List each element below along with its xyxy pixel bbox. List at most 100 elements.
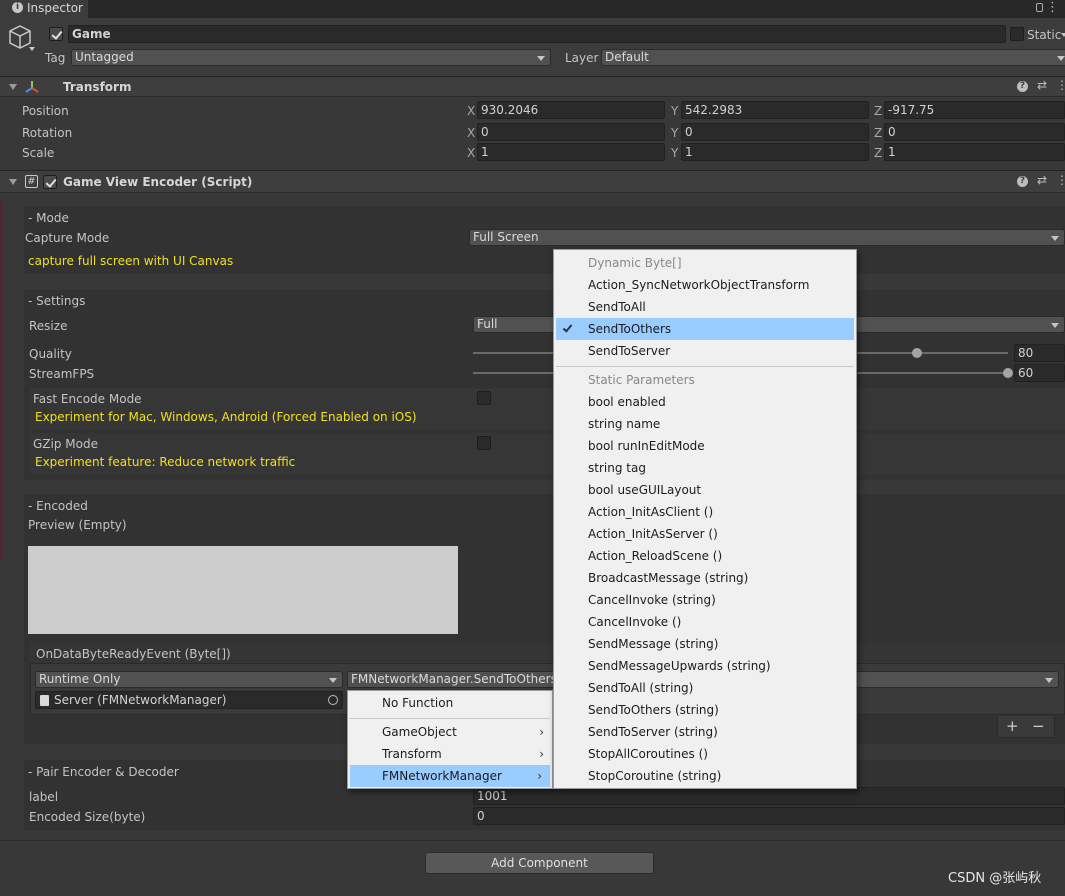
mode-section-title[interactable]: - Mode xyxy=(28,210,69,226)
transform-header[interactable]: Transform ? ⇄ ⋮ xyxy=(0,76,1065,97)
capture-mode-dropdown[interactable]: Full Screen xyxy=(469,229,1065,246)
scale-y-field[interactable]: 1 xyxy=(681,143,869,161)
static-label[interactable]: Static xyxy=(1027,27,1061,43)
transform-axes-icon xyxy=(25,81,39,93)
encoder-enabled-checkbox[interactable] xyxy=(43,175,57,189)
menu-item-static[interactable]: string tag xyxy=(554,457,856,479)
help-icon[interactable]: ? xyxy=(1017,81,1028,92)
resize-label: Resize xyxy=(29,319,68,333)
script-file-icon xyxy=(40,695,49,706)
gameobject-name-field[interactable]: Game xyxy=(68,25,1006,43)
kebab-menu-icon[interactable]: ⋮ xyxy=(1046,1,1059,15)
menu-item-dynamic[interactable]: SendToOthers xyxy=(556,318,854,340)
encoded-section-title[interactable]: - Encoded xyxy=(28,498,88,514)
menu-item-static[interactable]: BroadcastMessage (string) xyxy=(554,567,856,589)
menu-item-static[interactable]: string name xyxy=(554,413,856,435)
menu-item-static[interactable]: SendMessage (string) xyxy=(554,633,856,655)
left-edge-strip xyxy=(0,200,3,560)
encoded-size-field[interactable]: 0 xyxy=(473,807,1065,825)
object-picker-icon[interactable] xyxy=(328,695,338,705)
add-component-button[interactable]: Add Component xyxy=(425,852,654,874)
menu-item-dynamic[interactable]: SendToAll xyxy=(554,296,856,318)
streamfps-field[interactable]: 60 xyxy=(1014,364,1065,382)
rotation-x-field[interactable]: 0 xyxy=(477,123,665,141)
encoder-presets-icon[interactable]: ⇄ xyxy=(1037,173,1047,187)
function-submenu: Dynamic Byte[] Action_SyncNetworkObjectT… xyxy=(553,249,857,789)
encoder-foldout-icon[interactable] xyxy=(9,179,17,185)
scale-z-field[interactable]: 1 xyxy=(884,143,1065,161)
position-x-label[interactable]: X xyxy=(467,103,475,119)
menu-item-no-function[interactable]: No Function xyxy=(348,692,552,714)
add-listener-button[interactable]: + xyxy=(1006,716,1019,736)
label-field[interactable]: 1001 xyxy=(473,787,1065,805)
pair-section-title[interactable]: - Pair Encoder & Decoder xyxy=(28,764,179,780)
settings-section-title[interactable]: - Settings xyxy=(28,293,85,309)
encoded-size-label: Encoded Size(byte) xyxy=(29,810,146,824)
menu-item-static[interactable]: SendToOthers (string) xyxy=(554,699,856,721)
streamfps-label: StreamFPS xyxy=(29,367,95,381)
scale-z-label[interactable]: Z xyxy=(874,145,882,161)
scale-y-label[interactable]: Y xyxy=(671,145,678,161)
fast-encode-checkbox[interactable] xyxy=(477,391,491,405)
menu-item-static[interactable]: SendToAll (string) xyxy=(554,677,856,699)
menu-item-static[interactable]: SendMessageUpwards (string) xyxy=(554,655,856,677)
menu-item-fmnetworkmanager[interactable]: FMNetworkManager › xyxy=(350,765,550,787)
gzip-hint: Experiment feature: Reduce network traff… xyxy=(35,455,296,469)
presets-icon[interactable]: ⇄ xyxy=(1037,78,1047,92)
menu-item-static[interactable]: Action_ReloadScene () xyxy=(554,545,856,567)
menu-item-dynamic[interactable]: SendToServer xyxy=(554,340,856,362)
encoder-menu-icon[interactable]: ⋮ xyxy=(1056,173,1065,187)
lock-icon[interactable] xyxy=(1036,3,1043,12)
static-dropdown-arrow-icon[interactable] xyxy=(1061,33,1065,37)
streamfps-slider-knob[interactable] xyxy=(1003,368,1013,378)
menu-item-gameobject[interactable]: GameObject › xyxy=(348,721,552,743)
inspector-tab-bar xyxy=(0,0,1065,18)
menu-item-static[interactable]: bool runInEditMode xyxy=(554,435,856,457)
rotation-y-field[interactable]: 0 xyxy=(681,123,869,141)
quality-field[interactable]: 80 xyxy=(1014,344,1065,362)
layer-dropdown[interactable]: Default xyxy=(601,49,1065,66)
gameobject-active-checkbox[interactable] xyxy=(49,27,63,41)
scale-x-label[interactable]: X xyxy=(467,145,475,161)
menu-item-static[interactable]: CancelInvoke () xyxy=(554,611,856,633)
position-y-field[interactable]: 542.2983 xyxy=(681,101,869,119)
remove-listener-button[interactable]: − xyxy=(1032,716,1045,736)
label-label: label xyxy=(29,790,59,804)
menu-item-transform[interactable]: Transform › xyxy=(348,743,552,765)
quality-slider-knob[interactable] xyxy=(912,348,923,358)
component-menu-icon[interactable]: ⋮ xyxy=(1056,78,1065,92)
encoder-header[interactable]: # Game View Encoder (Script) ? ⇄ ⋮ xyxy=(0,170,1065,193)
inspector-tab[interactable]: i Inspector xyxy=(0,0,88,18)
menu-item-static[interactable]: bool enabled xyxy=(554,391,856,413)
tag-dropdown[interactable]: Untagged xyxy=(71,49,551,66)
transform-foldout-icon[interactable] xyxy=(9,84,17,90)
gzip-label: GZip Mode xyxy=(33,437,98,451)
static-checkbox[interactable] xyxy=(1010,27,1024,41)
position-z-field[interactable]: -917.75 xyxy=(884,101,1065,119)
gzip-checkbox[interactable] xyxy=(477,436,491,450)
gameobject-cube-icon xyxy=(9,25,35,51)
runtime-dropdown[interactable]: Runtime Only xyxy=(35,671,343,688)
scale-x-field[interactable]: 1 xyxy=(477,143,665,161)
position-x-field[interactable]: 930.2046 xyxy=(477,101,665,119)
encoder-help-icon[interactable]: ? xyxy=(1017,176,1028,187)
rotation-x-label[interactable]: X xyxy=(467,125,475,141)
rotation-z-label[interactable]: Z xyxy=(874,125,882,141)
menu-item-dynamic[interactable]: Action_SyncNetworkObjectTransform xyxy=(554,274,856,296)
menu-item-static[interactable]: Action_InitAsClient () xyxy=(554,501,856,523)
add-component-label: Add Component xyxy=(491,856,588,870)
position-y-label[interactable]: Y xyxy=(671,103,678,119)
menu-item-static[interactable]: StopCoroutine (string) xyxy=(554,765,856,787)
rotation-y-label[interactable]: Y xyxy=(671,125,678,141)
rotation-z-field[interactable]: 0 xyxy=(884,123,1065,141)
capture-hint: capture full screen with UI Canvas xyxy=(28,254,234,268)
menu-item-static[interactable]: Action_InitAsServer () xyxy=(554,523,856,545)
position-z-label[interactable]: Z xyxy=(874,103,882,119)
target-object-field[interactable]: Server (FMNetworkManager) xyxy=(35,691,343,709)
menu-item-static[interactable]: StopAllCoroutines () xyxy=(554,743,856,765)
menu-item-static[interactable]: CancelInvoke (string) xyxy=(554,589,856,611)
inspector-tab-title: Inspector xyxy=(27,1,83,15)
menu-item-static[interactable]: SendToServer (string) xyxy=(554,721,856,743)
menu-item-static[interactable]: bool useGUILayout xyxy=(554,479,856,501)
capture-mode-label: Capture Mode xyxy=(25,231,110,245)
